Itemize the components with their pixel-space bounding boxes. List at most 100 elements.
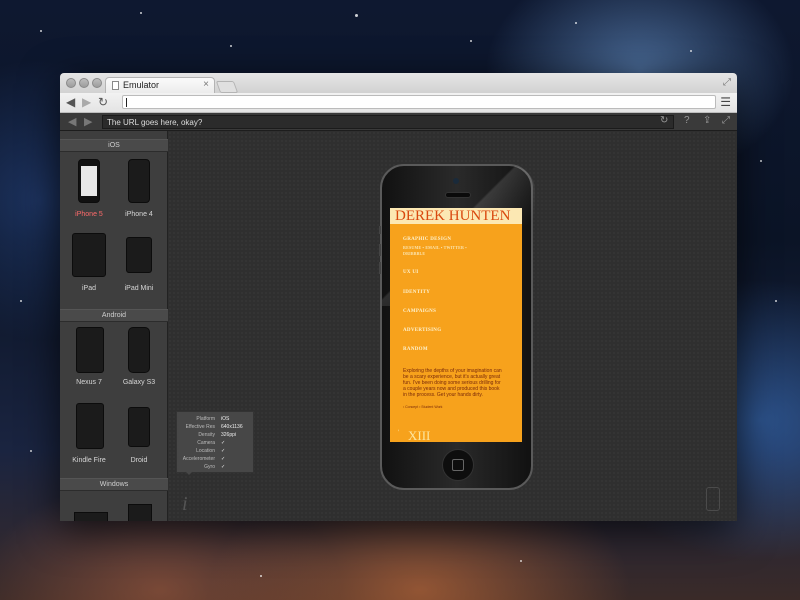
roman-numeral: XIII: [408, 428, 431, 442]
windows-device-thumbnail[interactable]: [128, 504, 152, 521]
star: [230, 45, 232, 47]
page-icon: [112, 81, 119, 90]
info-value: ✓: [221, 464, 226, 470]
emulator-reload-icon[interactable]: ↻: [660, 115, 668, 126]
title-bar: Emulator × ⤢: [60, 73, 737, 93]
info-value: 326ppi: [221, 432, 237, 438]
menu-graphic-design[interactable]: GRAPHIC DESIGN: [403, 237, 451, 242]
device-iphone-5[interactable]: iPhone 5: [64, 157, 114, 227]
device-sidebar: iOS iPhone 5 iPhone 4 iPad iPad Mini And…: [60, 131, 168, 521]
home-button[interactable]: [442, 449, 474, 481]
tab-close-icon[interactable]: ×: [203, 79, 209, 90]
reload-icon[interactable]: ↻: [98, 95, 108, 109]
info-row: Accelerometer ✓: [177, 456, 253, 464]
info-key: Gyro: [204, 464, 215, 470]
kindle-fire-thumbnail: [76, 403, 104, 449]
info-value: ✓: [221, 448, 226, 454]
info-key: Density: [198, 432, 215, 438]
device-label: iPad: [81, 285, 96, 292]
device-ipad-mini[interactable]: iPad Mini: [114, 227, 164, 297]
star: [775, 300, 777, 302]
tab-title: Emulator: [123, 80, 160, 90]
star: [690, 50, 692, 52]
device-label: Kindle Fire: [72, 457, 106, 464]
device-ipad[interactable]: iPad: [64, 227, 114, 297]
fit-screen-icon[interactable]: ⤢: [722, 115, 730, 126]
window-zoom-button[interactable]: [92, 78, 102, 88]
star: [520, 560, 522, 562]
emulator-url-text: The URL goes here, okay?: [107, 118, 203, 127]
star: [470, 40, 472, 42]
quote-mark: ‘: [398, 430, 400, 436]
device-label: Nexus 7: [76, 379, 102, 386]
info-key: Location: [196, 448, 215, 454]
menu-campaigns[interactable]: CAMPAIGNS: [403, 309, 436, 314]
info-row: Effective Res 640x1136: [177, 424, 253, 432]
device-galaxy-s3[interactable]: Galaxy S3: [114, 327, 164, 397]
address-bar[interactable]: [122, 95, 716, 109]
window-minimize-button[interactable]: [79, 78, 89, 88]
browser-tab[interactable]: Emulator ×: [105, 77, 215, 93]
emu-back-icon[interactable]: ◀: [68, 115, 76, 128]
info-row: Platform iOS: [177, 416, 253, 424]
device-nexus-7[interactable]: Nexus 7: [64, 327, 114, 397]
star: [140, 12, 142, 14]
menu-subline[interactable]: DRIBBBLE: [403, 251, 425, 256]
iphone-5-thumbnail: [78, 159, 100, 203]
device-label: iPhone 4: [125, 211, 153, 218]
windows-device-thumbnail[interactable]: [74, 512, 108, 521]
star: [355, 14, 358, 17]
emu-forward-icon[interactable]: ▶: [84, 115, 92, 128]
info-row: Gyro ✓: [177, 464, 253, 472]
earpiece-speaker: [445, 192, 471, 198]
new-tab-button[interactable]: [215, 81, 239, 93]
share-icon[interactable]: ⇪: [703, 115, 711, 126]
footnote-legend: ¹ Concept ² Student Work: [403, 405, 443, 409]
ipad-mini-thumbnail: [126, 237, 152, 273]
device-kindle-fire[interactable]: Kindle Fire: [64, 399, 114, 469]
droid-thumbnail: [128, 407, 150, 447]
star: [260, 575, 262, 577]
menu-identity[interactable]: IDENTITY: [403, 290, 430, 295]
back-arrow-icon[interactable]: ◀: [66, 95, 75, 109]
device-label: iPad Mini: [124, 285, 154, 292]
menu-subline[interactable]: RESUME • EMAIL • TWITTER •: [403, 245, 467, 250]
info-key: Accelerometer: [182, 456, 215, 462]
menu-random[interactable]: RANDOM: [403, 347, 428, 352]
help-icon[interactable]: ?: [684, 115, 690, 126]
section-header-ios: iOS: [60, 139, 168, 152]
galaxy-s3-thumbnail: [128, 327, 150, 373]
info-key: Camera: [197, 440, 215, 446]
info-value: 640x1136: [221, 424, 243, 430]
info-value: iOS: [221, 416, 230, 422]
window-close-button[interactable]: [66, 78, 76, 88]
front-camera: [453, 178, 459, 184]
section-header-windows: Windows: [60, 478, 168, 491]
ipad-thumbnail: [72, 233, 106, 277]
device-iphone-4[interactable]: iPhone 4: [114, 157, 164, 227]
volume-up-button: [379, 244, 381, 256]
browser-toolbar: ◀ ▶ ↻ ☰: [60, 93, 737, 113]
fullscreen-icon[interactable]: ⤢: [723, 77, 731, 88]
star: [20, 300, 22, 302]
device-label: Droid: [130, 457, 148, 464]
emulator-url-field[interactable]: The URL goes here, okay?: [102, 115, 674, 129]
info-icon[interactable]: i: [182, 493, 188, 516]
info-row: Camera ✓: [177, 440, 253, 448]
info-key: Effective Res: [185, 424, 215, 430]
menu-icon[interactable]: ☰: [720, 95, 731, 109]
phone-screen[interactable]: DEREK HUNTEN GRAPHIC DESIGN RESUME • EMA…: [390, 208, 522, 442]
info-row: Location ✓: [177, 448, 253, 456]
menu-ux-ui[interactable]: UX UI: [403, 270, 419, 275]
forward-arrow-icon[interactable]: ▶: [82, 95, 91, 109]
rotate-device-icon[interactable]: [706, 487, 720, 511]
menu-advertising[interactable]: ADVERTISING: [403, 328, 441, 333]
info-value: ✓: [221, 440, 226, 446]
device-label: Galaxy S3: [122, 379, 156, 386]
info-value: ✓: [221, 456, 226, 462]
star: [40, 30, 42, 32]
iphone-4-thumbnail: [128, 159, 150, 203]
nexus-7-thumbnail: [76, 327, 104, 373]
info-key: Platform: [196, 416, 215, 422]
device-droid[interactable]: Droid: [114, 399, 164, 469]
